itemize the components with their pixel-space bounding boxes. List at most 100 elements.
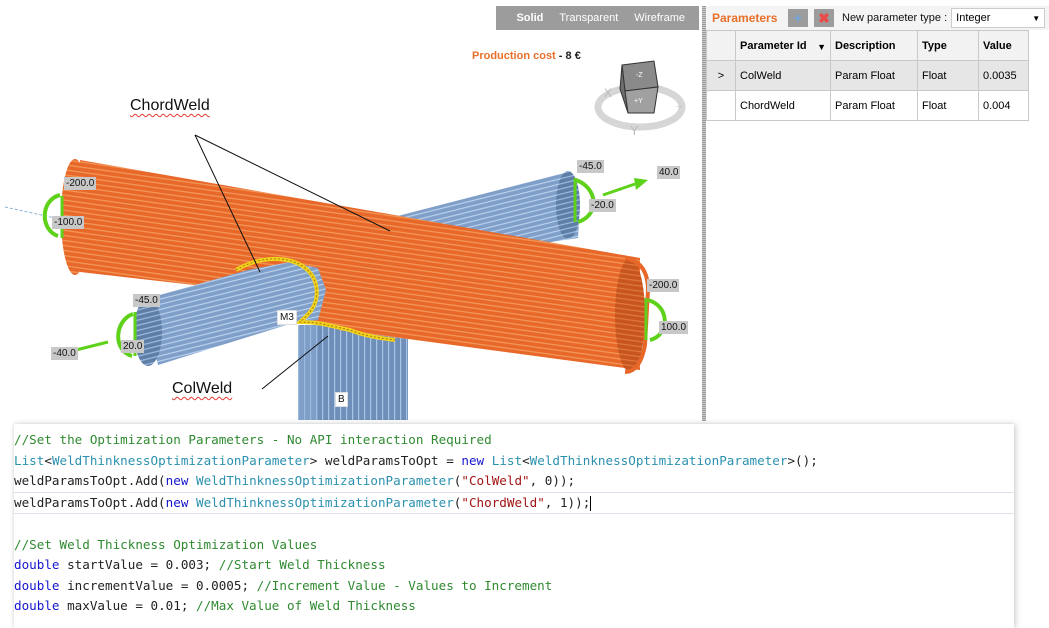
value-label[interactable]: 20.0 (121, 340, 145, 353)
cell-type[interactable]: Float (917, 90, 979, 121)
member-label-b[interactable]: B (335, 392, 348, 407)
code-token-kw: double (14, 557, 60, 572)
code-token-id: , 1)); (544, 494, 591, 510)
filter-icon[interactable]: ▼ (817, 42, 826, 52)
view-cube[interactable]: -Z +Y X Y → (594, 60, 686, 138)
code-token-com: //Set the Optimization Parameters - No A… (14, 432, 492, 447)
cell-type[interactable]: Float (917, 60, 979, 91)
value-label[interactable]: -200.0 (64, 177, 97, 190)
code-line[interactable]: List<WeldThinknessOptimizationParameter>… (14, 451, 1014, 472)
parameters-panel: Parameters + ✖ New parameter type : Inte… (706, 6, 1049, 121)
code-token-com: //Set Weld Thickness Optimization Values (14, 536, 318, 552)
render-mode-solid[interactable]: Solid (516, 12, 543, 24)
code-editor[interactable]: //Set the Optimization Parameters - No A… (14, 424, 1014, 628)
column-header-label: Parameter Id (740, 39, 807, 52)
code-token-com: //Increment Value - Values to Increment (256, 577, 553, 593)
delete-parameter-button[interactable]: ✖ (814, 9, 834, 27)
column-header-parameter-id[interactable]: Parameter Id ▼ (735, 30, 831, 61)
table-row[interactable]: > ColWeld Param Float Float 0.0035 (706, 60, 1029, 91)
view-cube-front-face[interactable]: +Y (634, 98, 643, 105)
code-token-kw: new (461, 452, 485, 468)
code-line[interactable]: weldParamsToOpt.Add(new WeldThinknessOpt… (14, 471, 1014, 492)
view-cube-top-face[interactable]: -Z (636, 72, 643, 79)
code-token-kw: double (14, 577, 60, 593)
render-mode-transparent[interactable]: Transparent (559, 12, 618, 24)
code-line[interactable]: //Set Weld Thickness Optimization Values (14, 535, 1014, 556)
production-cost: Production cost - 8 € (472, 50, 581, 62)
parameters-title: Parameters (712, 11, 778, 25)
code-line[interactable]: double maxValue = 0.01; //Max Value of W… (14, 596, 1014, 617)
code-token-id: < (44, 452, 52, 468)
column-header-value[interactable]: Value (978, 30, 1029, 61)
new-parameter-type-value: Integer (956, 12, 991, 24)
3d-viewport[interactable]: -Z +Y X Y → Solid Transparent Wireframe … (0, 0, 700, 420)
column-header-type[interactable]: Type (917, 30, 979, 61)
production-cost-label: Production cost (472, 50, 556, 62)
cell-description[interactable]: Param Float (830, 60, 918, 91)
value-label[interactable]: -45.0 (577, 160, 604, 173)
code-token-type: WeldThinknessOptimizationParameter (51, 452, 310, 468)
row-indicator-header (706, 30, 736, 61)
new-parameter-type-select[interactable]: Integer ▼ (951, 8, 1046, 28)
code-token-kw: new (165, 494, 189, 510)
code-line[interactable]: //Set the Optimization Parameters - No A… (14, 430, 1014, 451)
value-label[interactable]: -40.0 (51, 347, 78, 360)
code-token-type: WeldThinknessOptimizationParameter (196, 494, 454, 510)
cell-parameter-id[interactable]: ChordWeld (735, 90, 831, 121)
code-line[interactable]: double incrementValue = 0.0005; //Increm… (14, 576, 1014, 597)
code-token-id (188, 495, 196, 510)
code-token-type: List (14, 452, 45, 468)
row-indicator (706, 90, 736, 121)
code-token-type: WeldThinknessOptimizationParameter (529, 452, 788, 468)
table-row[interactable]: ChordWeld Param Float Float 0.004 (706, 90, 1029, 121)
parameters-table: Parameter Id ▼ Description Type Value > … (706, 30, 1029, 121)
code-token-com: //Start Weld Thickness (218, 557, 386, 572)
code-token-str: "ColWeld" (461, 473, 530, 488)
table-header-row: Parameter Id ▼ Description Type Value (706, 30, 1029, 61)
view-cube-axis-arrow: → (674, 100, 683, 110)
code-token-id: < (522, 452, 530, 468)
code-token-id: startValue = 0.003; (59, 557, 219, 572)
code-line[interactable]: weldParamsToOpt.Add(new WeldThinknessOpt… (14, 491, 1014, 514)
view-cube-axis-y: Y (630, 123, 639, 138)
code-line[interactable]: double startValue = 0.003; //Start Weld … (14, 555, 1014, 576)
code-token-id: maxValue = 0.01; (59, 598, 196, 613)
add-parameter-button[interactable]: + (788, 9, 808, 27)
value-label[interactable]: 100.0 (659, 321, 689, 334)
value-label[interactable]: -45.0 (133, 294, 160, 307)
member-label-m3[interactable]: M3 (277, 310, 297, 325)
cell-parameter-id[interactable]: ColWeld (735, 60, 831, 91)
code-token-id (188, 473, 196, 488)
code-token-id: weldParamsToOpt.Add( (14, 473, 166, 488)
cell-value[interactable]: 0.0035 (978, 60, 1029, 91)
code-token-id: > weldParamsToOpt = (309, 452, 462, 468)
code-token-id: >(); (787, 452, 818, 468)
column-header-description[interactable]: Description (830, 30, 918, 61)
chevron-down-icon: ▼ (1032, 13, 1041, 23)
close-icon: ✖ (818, 9, 830, 26)
render-mode-toolbar: Solid Transparent Wireframe (496, 6, 699, 30)
parameters-toolbar: Parameters + ✖ New parameter type : Inte… (706, 6, 1049, 30)
value-label[interactable]: -20.0 (589, 199, 616, 212)
annotation-chordweld: ChordWeld (130, 97, 210, 114)
value-label[interactable]: -200.0 (647, 279, 680, 292)
code-token-id: weldParamsToOpt.Add( (14, 494, 166, 510)
code-token-id: incrementValue = 0.0005; (59, 577, 257, 593)
production-cost-value: - 8 € (558, 50, 581, 62)
code-token-kw: new (165, 473, 189, 488)
row-indicator: > (706, 60, 736, 91)
code-token-kw: double (14, 598, 60, 613)
view-cube-axis-x: X (604, 86, 612, 100)
code-token-id (484, 453, 492, 468)
plus-icon: + (793, 10, 803, 26)
cell-value[interactable]: 0.004 (978, 90, 1029, 121)
render-mode-wireframe[interactable]: Wireframe (634, 12, 685, 24)
code-token-type: WeldThinknessOptimizationParameter (196, 473, 454, 488)
code-token-type: List (491, 452, 523, 468)
value-label[interactable]: -100.0 (52, 216, 85, 229)
code-line[interactable] (14, 514, 1014, 535)
cell-description[interactable]: Param Float (830, 90, 918, 121)
text-caret (590, 495, 592, 511)
value-label[interactable]: 40.0 (657, 166, 681, 179)
new-parameter-type-label: New parameter type : (842, 12, 948, 24)
